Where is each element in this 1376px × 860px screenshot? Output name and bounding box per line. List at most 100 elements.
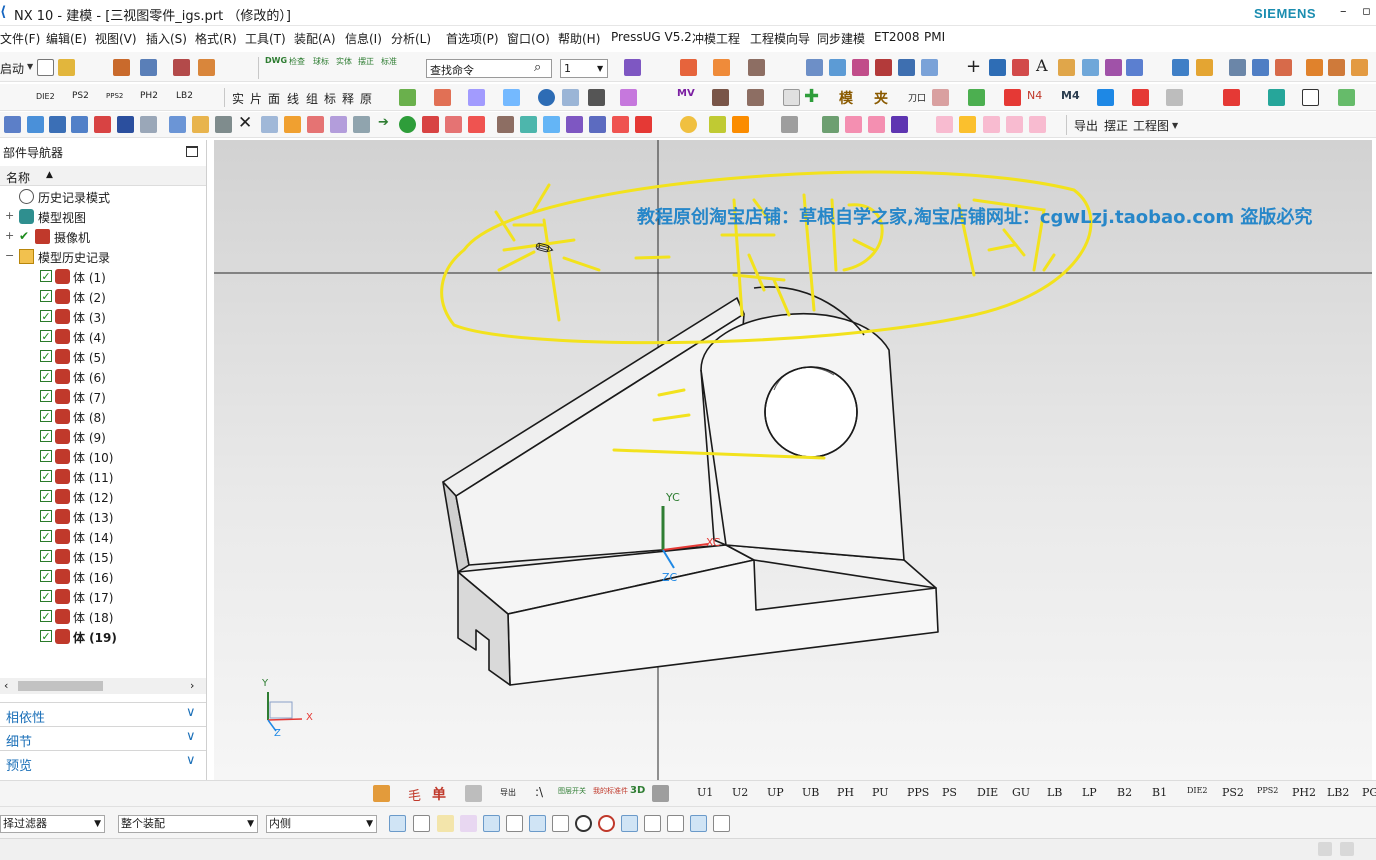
control-point-icon[interactable] bbox=[460, 815, 477, 832]
lb2-button[interactable]: LB2 bbox=[176, 91, 193, 101]
standard-part-ub-button[interactable]: UB bbox=[802, 786, 819, 799]
command-search-field[interactable]: 查找命令 ⌕ bbox=[426, 59, 552, 78]
sheet-icon[interactable] bbox=[829, 59, 846, 76]
standard-part-pu-button[interactable]: PU bbox=[872, 786, 888, 799]
template-icon[interactable] bbox=[503, 89, 520, 106]
standard-button[interactable]: 标准 bbox=[381, 56, 397, 67]
bounded-grid-icon[interactable] bbox=[644, 815, 661, 832]
pad-icon[interactable] bbox=[932, 89, 949, 106]
block-icon[interactable] bbox=[1172, 59, 1189, 76]
machining-color-icon[interactable] bbox=[434, 89, 451, 106]
visibility-checkbox[interactable]: ✓ bbox=[40, 310, 52, 322]
arrow-right-icon[interactable]: ➔ bbox=[378, 115, 389, 130]
export-button[interactable]: 导出 bbox=[1074, 117, 1098, 134]
measure-icon[interactable] bbox=[1082, 59, 1099, 76]
picture-icon[interactable] bbox=[709, 116, 726, 133]
sphere-icon[interactable] bbox=[538, 89, 555, 106]
scroll-left-icon[interactable]: ‹ bbox=[4, 679, 8, 692]
sort-ascending-icon[interactable]: ▲ bbox=[46, 170, 53, 180]
menu-die-engineering[interactable]: 冲模工程 bbox=[692, 30, 740, 47]
menu-help[interactable]: 帮助(H) bbox=[558, 30, 600, 47]
hair-icon[interactable]: 毛 bbox=[408, 785, 421, 804]
standard-part-lb2-button[interactable]: LB2 bbox=[1327, 786, 1349, 799]
intersection-icon[interactable] bbox=[483, 815, 500, 832]
map-icon[interactable] bbox=[635, 116, 652, 133]
material-tag-icon[interactable] bbox=[468, 116, 485, 133]
visibility-checkbox[interactable]: ✓ bbox=[40, 590, 52, 602]
pattern-icon[interactable] bbox=[215, 116, 232, 133]
standard-part-b2-button[interactable]: B2 bbox=[1117, 786, 1132, 799]
crosshair-snap-icon[interactable] bbox=[621, 815, 638, 832]
book-icon[interactable] bbox=[898, 59, 915, 76]
stack-icon[interactable] bbox=[652, 785, 669, 802]
pen-icon[interactable] bbox=[588, 89, 605, 106]
start-button[interactable]: 启动 bbox=[0, 60, 24, 77]
yellow-part-icon[interactable] bbox=[959, 116, 976, 133]
visibility-checkbox[interactable]: ✓ bbox=[40, 630, 52, 642]
visibility-checkbox[interactable]: ✓ bbox=[40, 530, 52, 542]
3d-button[interactable]: 3D bbox=[630, 785, 645, 796]
hand-icon[interactable] bbox=[747, 89, 764, 106]
image-icon[interactable] bbox=[1058, 59, 1075, 76]
visibility-checkbox[interactable]: ✓ bbox=[40, 370, 52, 382]
adjust-grid-icon[interactable] bbox=[781, 116, 798, 133]
gear-icon[interactable] bbox=[1328, 59, 1345, 76]
circle-tool-icon[interactable] bbox=[989, 59, 1006, 76]
chevron-down-icon[interactable]: ∨ bbox=[186, 729, 196, 744]
section-preview[interactable]: 预览 ∨ bbox=[0, 750, 206, 774]
close-x-icon[interactable]: ✕ bbox=[238, 113, 252, 133]
drawing-button[interactable]: 工程图 bbox=[1133, 117, 1169, 134]
hole-pattern-icon[interactable] bbox=[373, 785, 390, 802]
n4-button[interactable]: N4 bbox=[1027, 89, 1042, 102]
menu-die-wizard[interactable]: 工程模向导 bbox=[750, 30, 810, 47]
spring-icon[interactable] bbox=[1306, 59, 1323, 76]
list-icon[interactable] bbox=[589, 116, 606, 133]
purple-part-icon[interactable] bbox=[891, 116, 908, 133]
standard-part-pps-button[interactable]: PPS bbox=[907, 786, 929, 799]
solid-button[interactable]: 实体 bbox=[336, 56, 352, 67]
orient-button[interactable]: 摆正 bbox=[358, 56, 374, 67]
blue-block-icon[interactable] bbox=[117, 116, 134, 133]
analyze-icon[interactable] bbox=[27, 116, 44, 133]
insert-icon[interactable] bbox=[543, 116, 560, 133]
bolt-icon[interactable] bbox=[1229, 59, 1246, 76]
menu-pressug[interactable]: PressUG V5.2 bbox=[611, 30, 692, 44]
box-icon[interactable] bbox=[562, 89, 579, 106]
note-icon[interactable] bbox=[353, 116, 370, 133]
slash-icon[interactable]: :\ bbox=[535, 785, 543, 799]
collapse-icon[interactable]: − bbox=[5, 249, 14, 262]
visibility-checkbox[interactable]: ✓ bbox=[40, 290, 52, 302]
locate-icon[interactable] bbox=[1223, 89, 1240, 106]
status-icon[interactable] bbox=[1318, 842, 1332, 856]
start-dropdown-icon[interactable]: ▼ bbox=[27, 62, 33, 71]
hammer-icon[interactable] bbox=[712, 89, 729, 106]
menu-analysis[interactable]: 分析(L) bbox=[391, 30, 431, 47]
stock3-icon[interactable] bbox=[1029, 116, 1046, 133]
hole-icon[interactable] bbox=[968, 89, 985, 106]
check-button[interactable]: 检查 bbox=[289, 56, 305, 67]
trim-icon[interactable] bbox=[875, 59, 892, 76]
visibility-checkbox[interactable]: ✓ bbox=[40, 450, 52, 462]
visibility-checkbox[interactable]: ✓ bbox=[40, 330, 52, 342]
menu-assembly[interactable]: 装配(A) bbox=[294, 30, 336, 47]
standard-part-up-button[interactable]: UP bbox=[767, 786, 784, 799]
standard-part-gu-button[interactable]: GU bbox=[1012, 786, 1030, 799]
standard-part-ps2-button[interactable]: PS2 bbox=[1222, 786, 1244, 799]
view-orient-icon[interactable] bbox=[748, 59, 765, 76]
ph2-button[interactable]: PH2 bbox=[140, 91, 158, 101]
star-icon[interactable] bbox=[680, 116, 697, 133]
mesh-icon[interactable] bbox=[852, 59, 869, 76]
open-folder-icon[interactable] bbox=[58, 59, 75, 76]
cube-icon[interactable] bbox=[1252, 59, 1269, 76]
part-icon[interactable] bbox=[169, 116, 186, 133]
cut-icon[interactable] bbox=[173, 59, 190, 76]
pink-part2-icon[interactable] bbox=[868, 116, 885, 133]
release-button[interactable]: 释 bbox=[342, 90, 354, 107]
standard-part-icon[interactable] bbox=[822, 116, 839, 133]
view-box-icon[interactable] bbox=[1268, 89, 1285, 106]
midpoint-icon[interactable] bbox=[437, 815, 454, 832]
grid-icon[interactable] bbox=[140, 116, 157, 133]
visibility-checkbox[interactable]: ✓ bbox=[40, 550, 52, 562]
m4-button[interactable]: M4 bbox=[1061, 89, 1080, 102]
hole-series-icon[interactable] bbox=[1097, 89, 1114, 106]
